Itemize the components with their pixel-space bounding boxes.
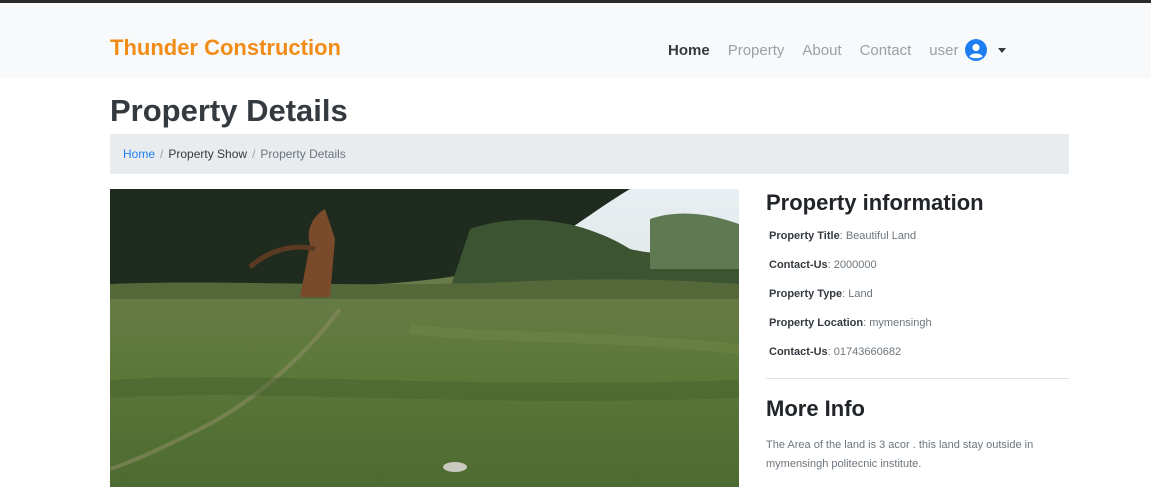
page-title: Property Details bbox=[110, 93, 348, 128]
info-value: 01743660682 bbox=[830, 346, 902, 358]
navbar: Thunder Construction Home Property About… bbox=[0, 3, 1151, 78]
property-information: Property information Property Title: Bea… bbox=[766, 190, 1069, 367]
nav-link-about[interactable]: About bbox=[802, 42, 841, 59]
info-label: Contact-Us bbox=[769, 346, 828, 358]
property-photo bbox=[110, 189, 739, 487]
more-info-text: The Area of the land is 3 acor . this la… bbox=[766, 439, 1034, 470]
nav-link-home[interactable]: Home bbox=[668, 42, 710, 59]
info-row-type: Property Type: Land bbox=[769, 288, 873, 300]
info-value: Land bbox=[845, 288, 873, 300]
breadcrumb-property-details: Property Details bbox=[260, 147, 346, 161]
info-value: 2000000 bbox=[830, 259, 877, 271]
nav-link-contact[interactable]: Contact bbox=[860, 42, 912, 59]
more-info-heading: More Info bbox=[766, 396, 865, 421]
breadcrumb-property-show[interactable]: Property Show bbox=[168, 147, 247, 161]
info-label: Property Title bbox=[769, 230, 840, 242]
info-label: Contact-Us bbox=[769, 259, 828, 271]
nav-links: Home Property About Contact user bbox=[668, 39, 1007, 61]
user-menu[interactable]: user bbox=[929, 39, 1007, 61]
breadcrumb-home[interactable]: Home bbox=[123, 147, 155, 161]
property-info-list: Property Title: Beautiful Land Contact-U… bbox=[766, 222, 1069, 367]
user-name: user bbox=[929, 41, 959, 59]
caret-down-icon bbox=[998, 47, 1007, 53]
nav-link-property[interactable]: Property bbox=[728, 42, 785, 59]
info-value: mymensingh bbox=[866, 317, 932, 329]
section-divider bbox=[766, 378, 1069, 379]
property-information-heading: Property information bbox=[766, 190, 984, 215]
info-row-price: Contact-Us: 2000000 bbox=[769, 259, 877, 271]
breadcrumb: Home / Property Show / Property Details bbox=[110, 134, 1069, 174]
user-circle-icon bbox=[965, 39, 988, 61]
info-label: Property Location bbox=[769, 317, 864, 329]
info-label: Property Type bbox=[769, 288, 843, 300]
info-row-title: Property Title: Beautiful Land bbox=[769, 230, 917, 242]
breadcrumb-separator: / bbox=[252, 147, 256, 161]
info-value: Beautiful Land bbox=[842, 230, 917, 242]
info-row-phone: Contact-Us: 01743660682 bbox=[769, 346, 902, 358]
info-row-location: Property Location: mymensingh bbox=[769, 317, 932, 329]
brand-logo[interactable]: Thunder Construction bbox=[110, 35, 341, 61]
breadcrumb-separator: / bbox=[160, 147, 164, 161]
